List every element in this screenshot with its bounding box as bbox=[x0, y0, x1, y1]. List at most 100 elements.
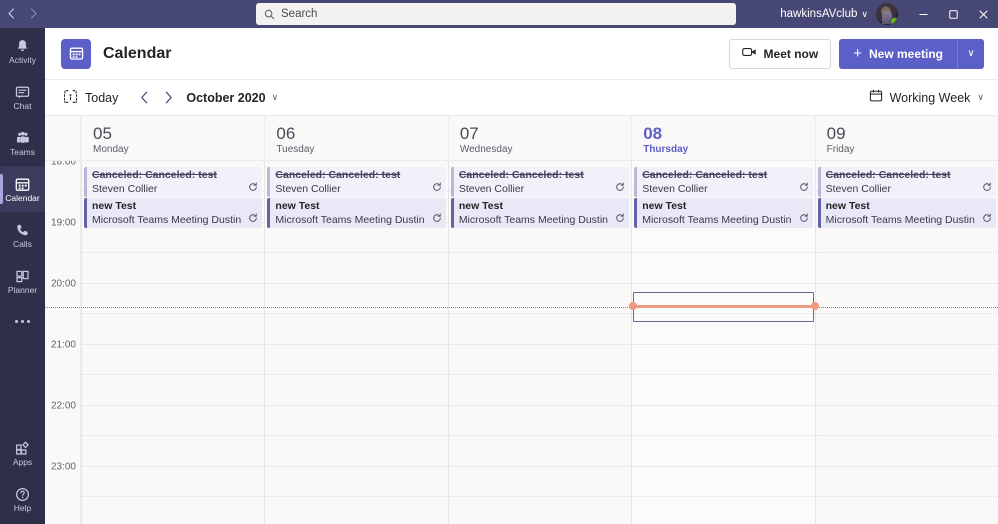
sidebar-item-planner[interactable]: Planner bbox=[0, 258, 45, 304]
search-placeholder: Search bbox=[281, 8, 318, 20]
event-subtitle: Microsoft Teams Meeting Dustin He bbox=[92, 213, 258, 227]
event-subtitle: Steven Collier bbox=[826, 182, 992, 196]
day-column-tuesday[interactable]: Canceled: Canceled: test Steven Collier … bbox=[264, 161, 448, 524]
event-title: Canceled: Canceled: test bbox=[275, 169, 401, 181]
event-title: Canceled: Canceled: test bbox=[825, 169, 951, 181]
event-block[interactable]: new Test Microsoft Teams Meeting Dustin … bbox=[817, 198, 997, 228]
event-subtitle: Steven Collier bbox=[642, 182, 808, 196]
new-meeting-dropdown-button[interactable]: ∨ bbox=[957, 38, 984, 69]
day-header-wednesday[interactable]: 07 Wednesday bbox=[447, 116, 631, 160]
avatar[interactable] bbox=[876, 3, 898, 25]
sidebar-item-label: Calendar bbox=[5, 192, 40, 203]
day-header-thursday[interactable]: 08 Thursday bbox=[631, 116, 814, 160]
sidebar-item-label: Apps bbox=[12, 456, 33, 467]
recurrence-icon bbox=[432, 182, 442, 196]
sidebar-item-calendar[interactable]: Calendar bbox=[0, 166, 45, 212]
event-organizer: Steven Collier bbox=[825, 182, 891, 195]
event-block[interactable]: Canceled: Canceled: test Steven Collier bbox=[450, 167, 630, 197]
new-meeting-label: New meeting bbox=[868, 46, 943, 61]
event-block[interactable]: Canceled: Canceled: test Steven Collier bbox=[817, 167, 997, 197]
day-column-friday[interactable]: Canceled: Canceled: test Steven Collier … bbox=[814, 161, 998, 524]
sidebar-item-help[interactable]: Help bbox=[0, 476, 45, 522]
apps-icon bbox=[16, 441, 30, 455]
day-number: 06 bbox=[276, 124, 296, 144]
chat-icon bbox=[15, 86, 30, 99]
calendar-grid[interactable]: 18:00 19:00 20:00 21:00 22:00 23:00 Canc… bbox=[45, 161, 998, 524]
current-time-dot-start bbox=[629, 302, 637, 310]
day-header-tuesday[interactable]: 06 Tuesday bbox=[264, 116, 447, 160]
view-picker[interactable]: Working Week ∨ bbox=[869, 89, 984, 106]
event-block[interactable]: new Test Microsoft Teams Meeting Dustin … bbox=[267, 198, 446, 228]
recurrence-icon bbox=[799, 213, 809, 227]
back-icon[interactable] bbox=[7, 7, 16, 21]
account-name: hawkinsAVclub bbox=[780, 8, 858, 20]
event-organizer: Steven Collier bbox=[92, 182, 158, 195]
sidebar-item-calls[interactable]: Calls bbox=[0, 212, 45, 258]
day-name: Wednesday bbox=[459, 143, 513, 155]
hour-label: 19:00 bbox=[50, 217, 76, 229]
sidebar-item-label: Activity bbox=[9, 54, 36, 65]
day-header-friday[interactable]: 09 Friday bbox=[814, 116, 998, 160]
close-button[interactable] bbox=[968, 0, 998, 28]
calendar-view-icon bbox=[869, 89, 883, 106]
event-organizer: Steven Collier bbox=[458, 182, 525, 195]
event-organizer: Steven Collier bbox=[642, 182, 708, 195]
sidebar-item-label: Calls bbox=[13, 238, 32, 249]
day-number: 05 bbox=[93, 124, 112, 144]
new-meeting-button[interactable]: + New meeting bbox=[839, 38, 957, 69]
title-bar: Search hawkinsAVclub ∨ bbox=[0, 0, 998, 28]
search-icon bbox=[264, 9, 275, 20]
search-container[interactable]: Search bbox=[256, 3, 736, 25]
today-button[interactable]: Today bbox=[59, 89, 122, 107]
sidebar-item-label: Chat bbox=[13, 100, 32, 111]
more-apps-icon[interactable] bbox=[0, 304, 45, 338]
event-block[interactable]: Canceled: Canceled: test Steven Collier bbox=[267, 167, 446, 197]
month-picker[interactable]: October 2020 ∨ bbox=[186, 91, 278, 105]
event-title: Canceled: Canceled: test bbox=[642, 169, 768, 181]
day-columns: Canceled: Canceled: test Steven Collier … bbox=[81, 161, 998, 524]
maximize-button[interactable] bbox=[938, 0, 968, 28]
sidebar-item-activity[interactable]: Activity bbox=[0, 28, 45, 74]
event-title: Canceled: Canceled: test bbox=[92, 169, 217, 181]
planner-icon bbox=[16, 270, 29, 282]
sidebar-item-label: Help bbox=[13, 502, 32, 513]
day-column-wednesday[interactable]: Canceled: Canceled: test Steven Collier … bbox=[447, 161, 632, 524]
sidebar-item-apps[interactable]: Apps bbox=[0, 430, 45, 476]
event-organizer: Microsoft Teams Meeting Dustin He bbox=[642, 213, 794, 226]
day-column-thursday[interactable]: Canceled: Canceled: test Steven Collier … bbox=[631, 161, 815, 524]
event-title: new Test bbox=[825, 200, 870, 212]
minimize-button[interactable] bbox=[908, 0, 938, 28]
event-block[interactable]: new Test Microsoft Teams Meeting Dustin … bbox=[634, 198, 813, 228]
day-header-monday[interactable]: 05 Monday bbox=[81, 116, 264, 160]
event-subtitle: Steven Collier bbox=[459, 182, 625, 196]
event-block[interactable]: new Test Microsoft Teams Meeting Dustin … bbox=[84, 198, 263, 228]
forward-icon[interactable] bbox=[29, 7, 38, 21]
selected-time-slot[interactable] bbox=[633, 307, 814, 322]
next-week-button[interactable] bbox=[156, 86, 180, 110]
meet-now-button[interactable]: Meet now bbox=[728, 38, 832, 69]
recurrence-icon bbox=[615, 213, 625, 227]
event-subtitle: Microsoft Teams Meeting Dustin He bbox=[459, 213, 625, 227]
previous-week-button[interactable] bbox=[132, 86, 156, 110]
history-nav bbox=[0, 7, 45, 21]
today-icon bbox=[63, 89, 78, 107]
account-menu[interactable]: hawkinsAVclub ∨ bbox=[780, 8, 868, 20]
recurrence-icon bbox=[982, 182, 992, 196]
event-block[interactable]: Canceled: Canceled: test Steven Collier bbox=[634, 167, 813, 197]
day-column-monday[interactable]: Canceled: Canceled: test Steven Collier … bbox=[81, 161, 265, 524]
event-block[interactable]: new Test Microsoft Teams Meeting Dustin … bbox=[450, 198, 630, 228]
day-number: 09 bbox=[826, 124, 846, 144]
sidebar-item-chat[interactable]: Chat bbox=[0, 74, 45, 120]
search-input[interactable]: Search bbox=[256, 3, 736, 25]
sidebar-item-label: Planner bbox=[7, 284, 38, 295]
day-name: Thursday bbox=[643, 143, 689, 155]
hour-label: 20:00 bbox=[50, 278, 76, 290]
event-block[interactable]: Canceled: Canceled: test Steven Collier bbox=[84, 167, 263, 197]
sidebar-item-teams[interactable]: Teams bbox=[0, 120, 45, 166]
app-header: Calendar Meet now + New meeting ∨ bbox=[45, 28, 998, 80]
new-meeting-group: + New meeting ∨ bbox=[839, 38, 984, 69]
recurrence-icon bbox=[799, 182, 809, 196]
event-organizer: Microsoft Teams Meeting Dustin He bbox=[275, 213, 427, 226]
sidebar-item-label: Teams bbox=[9, 146, 36, 157]
event-organizer: Microsoft Teams Meeting Dustin He bbox=[825, 213, 978, 226]
